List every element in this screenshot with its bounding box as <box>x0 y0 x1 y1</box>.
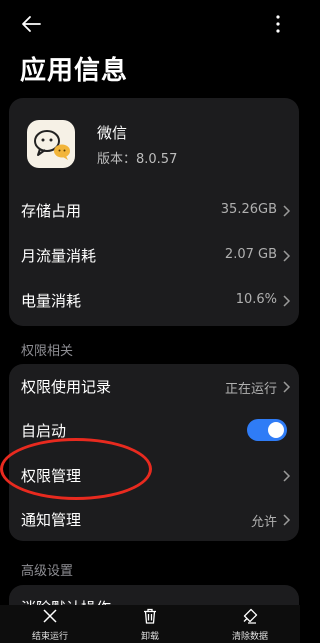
row-label: 存储占用 <box>21 202 82 220</box>
storage-row[interactable]: 存储占用 35.26GB <box>9 188 299 232</box>
eraser-icon <box>243 608 258 624</box>
autostart-row: 自启动 <box>9 408 299 452</box>
row-label: 月流量消耗 <box>21 247 97 265</box>
advanced-section-label: 高级设置 <box>21 564 74 579</box>
autostart-toggle[interactable] <box>247 419 287 441</box>
row-value: 2.07 GB <box>224 247 277 262</box>
chevron-right-icon <box>283 514 291 526</box>
force-stop-label: 结束运行 <box>31 632 68 642</box>
clear-data-label: 清除数据 <box>231 632 268 642</box>
trash-icon <box>144 608 156 624</box>
row-value: 正在运行 <box>224 382 277 397</box>
chevron-right-icon <box>283 250 291 262</box>
battery-row[interactable]: 电量消耗 10.6% <box>9 278 299 322</box>
force-stop-button[interactable]: 结束运行 <box>0 605 100 643</box>
chevron-right-icon <box>283 205 291 217</box>
wechat-icon <box>27 120 75 168</box>
permission-management-row[interactable]: 权限管理 <box>9 453 299 497</box>
app-version: 版本：8.0.57 <box>97 152 178 167</box>
row-value: 10.6% <box>235 292 277 307</box>
app-info-page: 应用信息 微信 版本：8.0.57 存储占用 35.26GB 月流量消耗 2.0… <box>0 0 300 643</box>
uninstall-button[interactable]: 卸载 <box>100 605 200 643</box>
notification-management-row[interactable]: 通知管理 允许 <box>9 497 299 541</box>
page-title: 应用信息 <box>20 56 129 86</box>
row-label: 电量消耗 <box>21 292 82 310</box>
close-icon <box>43 609 57 623</box>
row-value: 35.26GB <box>220 202 277 217</box>
data-usage-row[interactable]: 月流量消耗 2.07 GB <box>9 233 299 277</box>
app-name: 微信 <box>97 124 128 142</box>
row-label: 通知管理 <box>21 511 82 529</box>
bottom-action-bar: 结束运行 卸载 清除数据 <box>0 605 300 643</box>
toggle-knob <box>268 422 284 438</box>
clear-data-button[interactable]: 清除数据 <box>200 605 300 643</box>
chevron-right-icon <box>283 470 291 482</box>
arrow-left-icon[interactable] <box>20 13 42 35</box>
app-info-card: 微信 版本：8.0.57 存储占用 35.26GB 月流量消耗 2.07 GB … <box>9 98 299 326</box>
row-label: 权限管理 <box>21 467 82 485</box>
row-label: 权限使用记录 <box>21 378 112 396</box>
permission-history-row[interactable]: 权限使用记录 正在运行 <box>9 364 299 408</box>
uninstall-label: 卸载 <box>140 632 159 642</box>
more-vertical-icon[interactable] <box>268 14 288 34</box>
chevron-right-icon <box>283 295 291 307</box>
row-label: 自启动 <box>21 422 67 440</box>
row-value: 允许 <box>250 515 277 530</box>
permissions-section-label: 权限相关 <box>21 344 74 359</box>
top-bar <box>0 0 300 46</box>
permissions-card: 权限使用记录 正在运行 自启动 权限管理 通知管理 允许 <box>9 364 299 541</box>
chevron-right-icon <box>283 381 291 393</box>
